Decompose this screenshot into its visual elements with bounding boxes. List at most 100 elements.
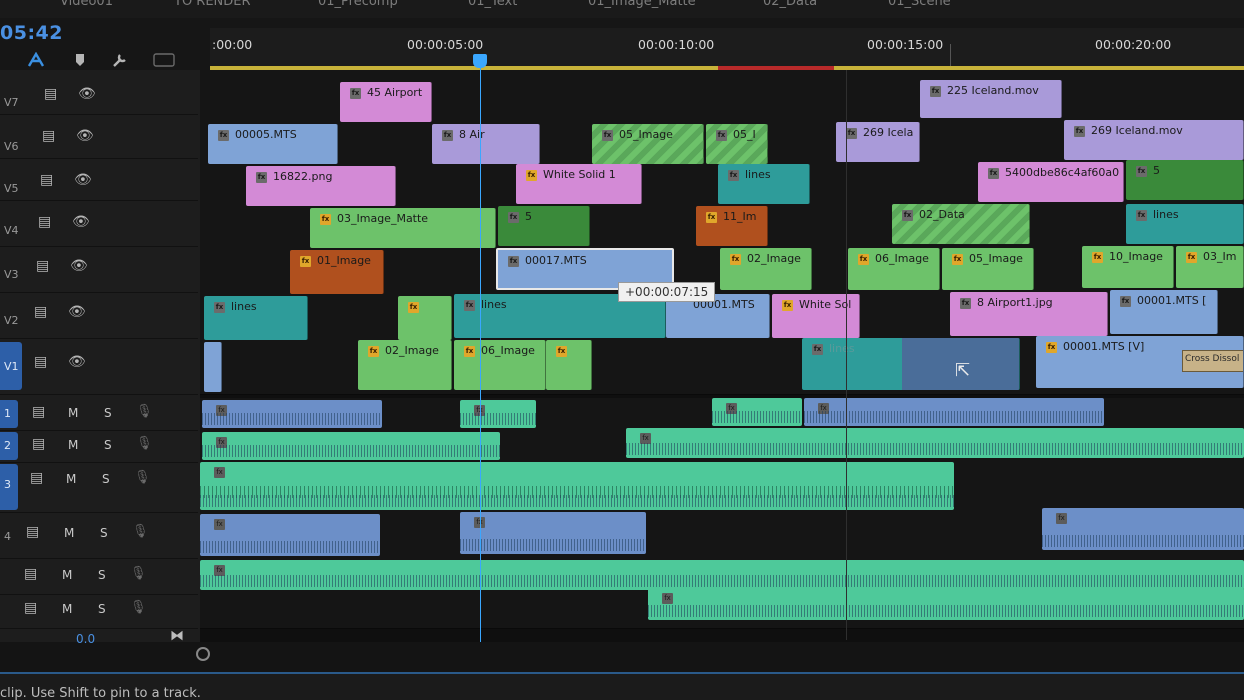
sync-lock-icon[interactable]: ▤ <box>34 354 47 370</box>
clip[interactable]: fx 00005.MTS <box>208 124 338 164</box>
tab-to-render[interactable]: TO RENDER <box>174 0 251 9</box>
clip[interactable]: fx 06_Image <box>848 248 940 290</box>
sync-lock-icon[interactable]: ▤ <box>40 172 53 188</box>
clip[interactable]: fx 16822.png <box>246 166 396 206</box>
clip[interactable]: fx 05_I <box>706 124 768 164</box>
clip[interactable]: fx <box>398 296 452 340</box>
tab-01-image-matte[interactable]: 01_Image_Matte <box>588 0 696 9</box>
snap-icon[interactable] <box>26 50 46 70</box>
time-ruler[interactable]: :00:00 00:00:05:00 00:00:10:00 00:00:15:… <box>210 28 1244 70</box>
sync-lock-icon[interactable]: ▤ <box>24 600 37 616</box>
mute-button[interactable]: M <box>62 602 72 616</box>
audio-clip[interactable]: fx <box>202 432 500 460</box>
sync-lock-icon[interactable]: ▤ <box>38 214 51 230</box>
clip[interactable]: fx 269 Iceland.mov <box>1064 120 1244 160</box>
clip[interactable]: fx 00001.MTS [V] Cross Dissol <box>1036 336 1244 388</box>
timeline-scroll-area[interactable] <box>0 642 1244 672</box>
audio-clip[interactable]: fx <box>1042 508 1244 550</box>
clip[interactable]: fx 02_Image <box>720 248 812 290</box>
audio-clip[interactable]: fx <box>626 428 1244 458</box>
solo-button[interactable]: S <box>102 472 110 486</box>
zoom-scroll-handle[interactable] <box>196 647 210 661</box>
clip[interactable]: fx 05_Image <box>592 124 704 164</box>
mute-button[interactable]: M <box>66 472 76 486</box>
timeline-tracks[interactable]: fx 45 Airport fx 225 Iceland.mov fx 00005.M… <box>200 70 1244 650</box>
eye-icon[interactable]: 👁 <box>68 304 86 320</box>
clip[interactable]: fx 03_Image_Matte <box>310 208 496 248</box>
clip[interactable]: fx 45 Airport <box>340 82 432 122</box>
tab-01-scene[interactable]: 01_Scene <box>888 0 951 9</box>
audio-clip[interactable]: fx <box>200 560 1244 590</box>
mic-icon[interactable]: 🎙 <box>136 436 153 451</box>
clip[interactable]: fx 225 Iceland.mov <box>920 80 1062 118</box>
audio-clip[interactable]: fx <box>460 400 536 428</box>
clip[interactable]: fx lines <box>1126 204 1244 244</box>
sync-lock-icon[interactable]: ▤ <box>32 404 45 420</box>
audio-clip[interactable]: fx <box>202 400 382 428</box>
mic-icon[interactable]: 🎙 <box>136 404 153 419</box>
clip[interactable]: fx 05_Image <box>942 248 1034 290</box>
mic-icon[interactable]: 🎙 <box>134 470 151 485</box>
clip[interactable]: fx 00001.MTS [ <box>1110 290 1218 334</box>
mute-button[interactable]: M <box>64 526 74 540</box>
clip[interactable]: fx lines <box>718 164 810 204</box>
clip[interactable]: fx 02_Image <box>358 340 452 390</box>
clip[interactable]: fx 5 <box>1126 160 1244 200</box>
tab-01-text[interactable]: 01_Text <box>468 0 517 9</box>
track-height-icon[interactable]: ⧓ <box>170 628 184 644</box>
sync-lock-icon[interactable]: ▤ <box>44 86 57 102</box>
mic-icon[interactable]: 🎙 <box>130 600 147 615</box>
clip[interactable]: fx 8 Airport1.jpg <box>950 292 1108 336</box>
clip[interactable]: fx 11_Im <box>696 206 768 246</box>
playhead-line[interactable] <box>480 62 481 642</box>
clip[interactable]: fx 10_Image <box>1082 246 1174 288</box>
solo-button[interactable]: S <box>104 438 112 452</box>
clip[interactable]: fx 03_Im <box>1176 246 1244 288</box>
eye-icon[interactable]: 👁 <box>68 354 86 370</box>
audio-clip[interactable]: fx <box>648 588 1244 620</box>
audio-clip[interactable]: fx <box>712 398 802 426</box>
solo-button[interactable]: S <box>100 526 108 540</box>
sync-lock-icon[interactable]: ▤ <box>42 128 55 144</box>
audio-clip[interactable]: fx <box>460 512 646 554</box>
mute-button[interactable]: M <box>62 568 72 582</box>
playhead-timecode[interactable]: 05:42 <box>0 22 63 44</box>
sync-lock-icon[interactable]: ▤ <box>24 566 37 582</box>
clip[interactable]: fx White Solid 1 <box>516 164 642 204</box>
clip[interactable]: fx 8 Air <box>432 124 540 164</box>
tab-01-precomp[interactable]: 01_Precomp <box>318 0 398 9</box>
audio-clip[interactable]: fx <box>200 514 380 556</box>
clip[interactable]: fx 06_Image <box>454 340 546 390</box>
eye-icon[interactable]: 👁 <box>72 214 90 230</box>
mic-icon[interactable]: 🎙 <box>132 524 149 539</box>
clip[interactable]: fx 01_Image <box>290 250 384 294</box>
audio-clip[interactable]: fx <box>804 398 1104 426</box>
captions-icon[interactable] <box>152 50 176 70</box>
wrench-icon[interactable] <box>110 50 130 70</box>
clip[interactable]: fx 5 <box>498 206 590 246</box>
mute-button[interactable]: M <box>68 438 78 452</box>
clip[interactable]: fx 269 Icela <box>836 122 920 162</box>
mute-button[interactable]: M <box>68 406 78 420</box>
solo-button[interactable]: S <box>98 568 106 582</box>
clip[interactable]: fx 5400dbe86c4af60a0 <box>978 162 1124 202</box>
eye-icon[interactable]: 👁 <box>78 86 96 102</box>
mic-icon[interactable]: 🎙 <box>130 566 147 581</box>
transition-cross-dissolve[interactable]: Cross Dissol <box>1182 350 1243 372</box>
sync-lock-icon[interactable]: ▤ <box>36 258 49 274</box>
clip[interactable]: fx lines <box>802 338 1020 390</box>
clip[interactable]: fx 02_Data <box>892 204 1030 244</box>
solo-button[interactable]: S <box>104 406 112 420</box>
clip[interactable] <box>204 342 222 392</box>
solo-button[interactable]: S <box>98 602 106 616</box>
eye-icon[interactable]: 👁 <box>74 172 92 188</box>
sync-lock-icon[interactable]: ▤ <box>34 304 47 320</box>
tab-video01[interactable]: Video01 <box>60 0 113 9</box>
eye-icon[interactable]: 👁 <box>70 258 88 274</box>
sync-lock-icon[interactable]: ▤ <box>30 470 43 486</box>
tab-02-data[interactable]: 02_Data <box>763 0 817 9</box>
clip[interactable]: fx <box>546 340 592 390</box>
clip[interactable]: fx lines <box>204 296 308 340</box>
sync-lock-icon[interactable]: ▤ <box>32 436 45 452</box>
marker-icon[interactable] <box>70 50 90 70</box>
